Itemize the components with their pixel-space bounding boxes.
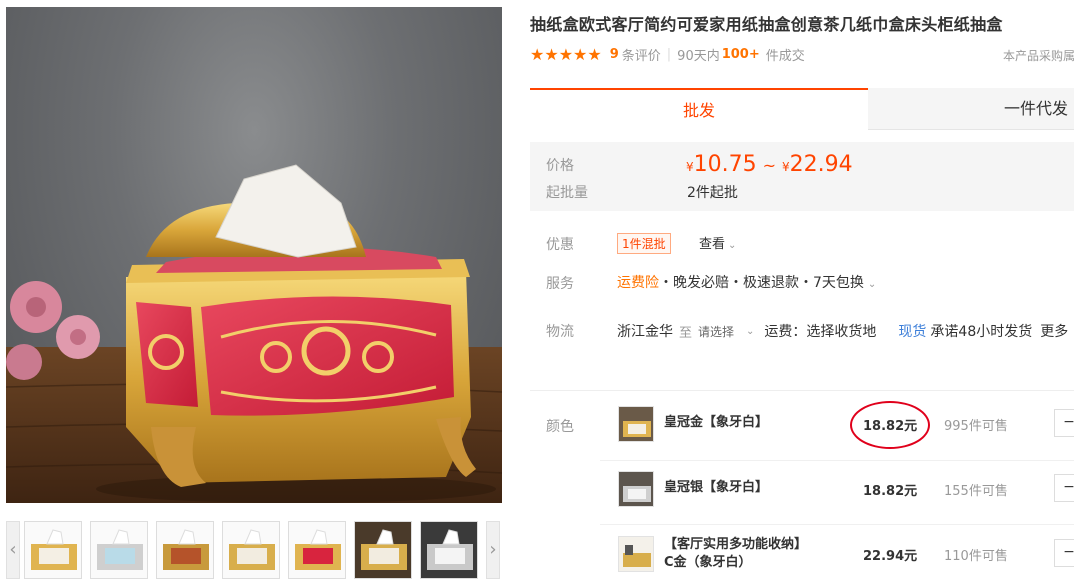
- ship-promise: 承诺48小时发货: [930, 324, 1033, 340]
- promo-view-link[interactable]: 查看 ⌄: [699, 233, 736, 252]
- tab-dropship[interactable]: 一件代发: [868, 88, 1074, 130]
- review-count-suffix[interactable]: 条评价: [622, 45, 661, 64]
- logistics-more-link[interactable]: 更多: [1040, 321, 1068, 341]
- purchase-note: 本产品采购属: [1003, 49, 1074, 63]
- section-divider: [530, 390, 1074, 391]
- rating-stars-icon: ★★★★★: [530, 44, 602, 64]
- logistics-label: 物流: [546, 324, 574, 340]
- sku-3-name[interactable]: 【客厅实用多功能收纳】 C金（象牙白）: [664, 536, 807, 572]
- thumbnail-strip: ‹ ›: [6, 521, 502, 581]
- thumbnail-2[interactable]: [90, 521, 148, 579]
- sales-period: 90天内: [677, 48, 720, 64]
- freight-text: 运费：选择收货地: [764, 324, 877, 340]
- tab-wholesale[interactable]: 批发: [530, 88, 868, 130]
- price-separator: ~: [762, 156, 777, 175]
- sku-2-stock: 155件可售: [944, 484, 1008, 499]
- chevron-down-icon: ⌄: [728, 240, 737, 251]
- sku-1-minus-button[interactable]: −: [1054, 409, 1074, 437]
- service-label: 服务: [546, 276, 574, 292]
- thumbnail-7[interactable]: [420, 521, 478, 579]
- logistics-info: 浙江金华 至 请选择 ⌄ 运费：选择收货地 现货 承诺48小时发货 更多: [617, 321, 1068, 341]
- ship-from: 浙江金华: [617, 324, 673, 340]
- sku-1-thumbnail[interactable]: [618, 406, 654, 442]
- tab-dropship-label: 一件代发: [1004, 99, 1069, 118]
- thumbnail-4[interactable]: [222, 521, 280, 579]
- service-list[interactable]: 运费险・晚发必赔・极速退款・7天包换 ⌄: [617, 272, 876, 292]
- ship-to-word: 至: [679, 325, 693, 341]
- thumbnail-prev-arrow-icon[interactable]: ‹: [6, 521, 20, 579]
- rating-divider: |: [666, 46, 672, 62]
- sku-divider: [600, 524, 1074, 525]
- sku-3-name-line1: 【客厅实用多功能收纳】: [664, 537, 808, 552]
- sku-3-minus-button[interactable]: −: [1054, 539, 1074, 567]
- destination-select[interactable]: 请选择: [698, 323, 734, 340]
- service-items: ・晚发必赔・极速退款・7天包换: [659, 275, 864, 291]
- price-min: 10.75: [693, 152, 757, 177]
- price-label: 价格: [546, 158, 574, 174]
- sku-1-stock: 995件可售: [944, 419, 1008, 434]
- sku-2-minus-button[interactable]: −: [1054, 474, 1074, 502]
- mixed-batch-badge: 1件混批: [617, 233, 671, 254]
- freight-insurance[interactable]: 运费险: [617, 275, 659, 291]
- color-label: 颜色: [546, 419, 574, 435]
- sku-2-thumbnail[interactable]: [618, 471, 654, 507]
- main-product-image[interactable]: [6, 7, 502, 503]
- sku-2-name[interactable]: 皇冠银【象牙白】: [664, 479, 768, 497]
- in-stock-tag: 现货: [898, 324, 927, 340]
- moq-value: 2件起批: [687, 185, 738, 201]
- sales-count-suffix: 件成交: [765, 48, 805, 64]
- thumbnail-next-arrow-icon[interactable]: ›: [486, 521, 500, 579]
- currency-symbol: ¥: [686, 160, 694, 174]
- promo-view-label: 查看: [699, 237, 726, 252]
- sku-3-stock: 110件可售: [944, 549, 1008, 564]
- chevron-down-icon[interactable]: ⌄: [746, 326, 754, 337]
- sku-1-name[interactable]: 皇冠金【象牙白】: [664, 414, 768, 432]
- price-range: ¥10.75 ~ ¥22.94: [686, 152, 853, 177]
- price-max: 22.94: [789, 152, 853, 177]
- thumbnail-3[interactable]: [156, 521, 214, 579]
- sku-3-price: 22.94元: [863, 549, 918, 564]
- purchase-mode-tabs: 批发 一件代发: [530, 88, 1074, 130]
- thumbnail-6[interactable]: [354, 521, 412, 579]
- moq-label: 起批量: [546, 185, 588, 201]
- thumbnail-5[interactable]: [288, 521, 346, 579]
- sku-3-thumbnail[interactable]: [618, 536, 654, 572]
- product-title: 抽纸盒欧式客厅简约可爱家用纸抽盒创意茶几纸巾盒床头柜纸抽盒: [530, 15, 1003, 34]
- rating-row: ★★★★★ 9 条评价 | 90天内 100+ 件成交: [530, 44, 805, 64]
- price-box: 价格 ¥10.75 ~ ¥22.94 起批量 2件起批: [530, 142, 1074, 211]
- promo-label: 优惠: [546, 237, 574, 253]
- review-count[interactable]: 9: [610, 47, 619, 62]
- currency-symbol: ¥: [782, 160, 790, 174]
- thumbnail-1[interactable]: [24, 521, 82, 579]
- sku-3-name-line2: C金（象牙白）: [664, 555, 752, 570]
- chevron-down-icon: ⌄: [867, 279, 877, 290]
- sku-2-price: 18.82元: [863, 484, 918, 499]
- price-highlight-circle: [850, 401, 930, 449]
- sku-divider: [600, 460, 1074, 461]
- sales-count: 100+: [721, 46, 760, 62]
